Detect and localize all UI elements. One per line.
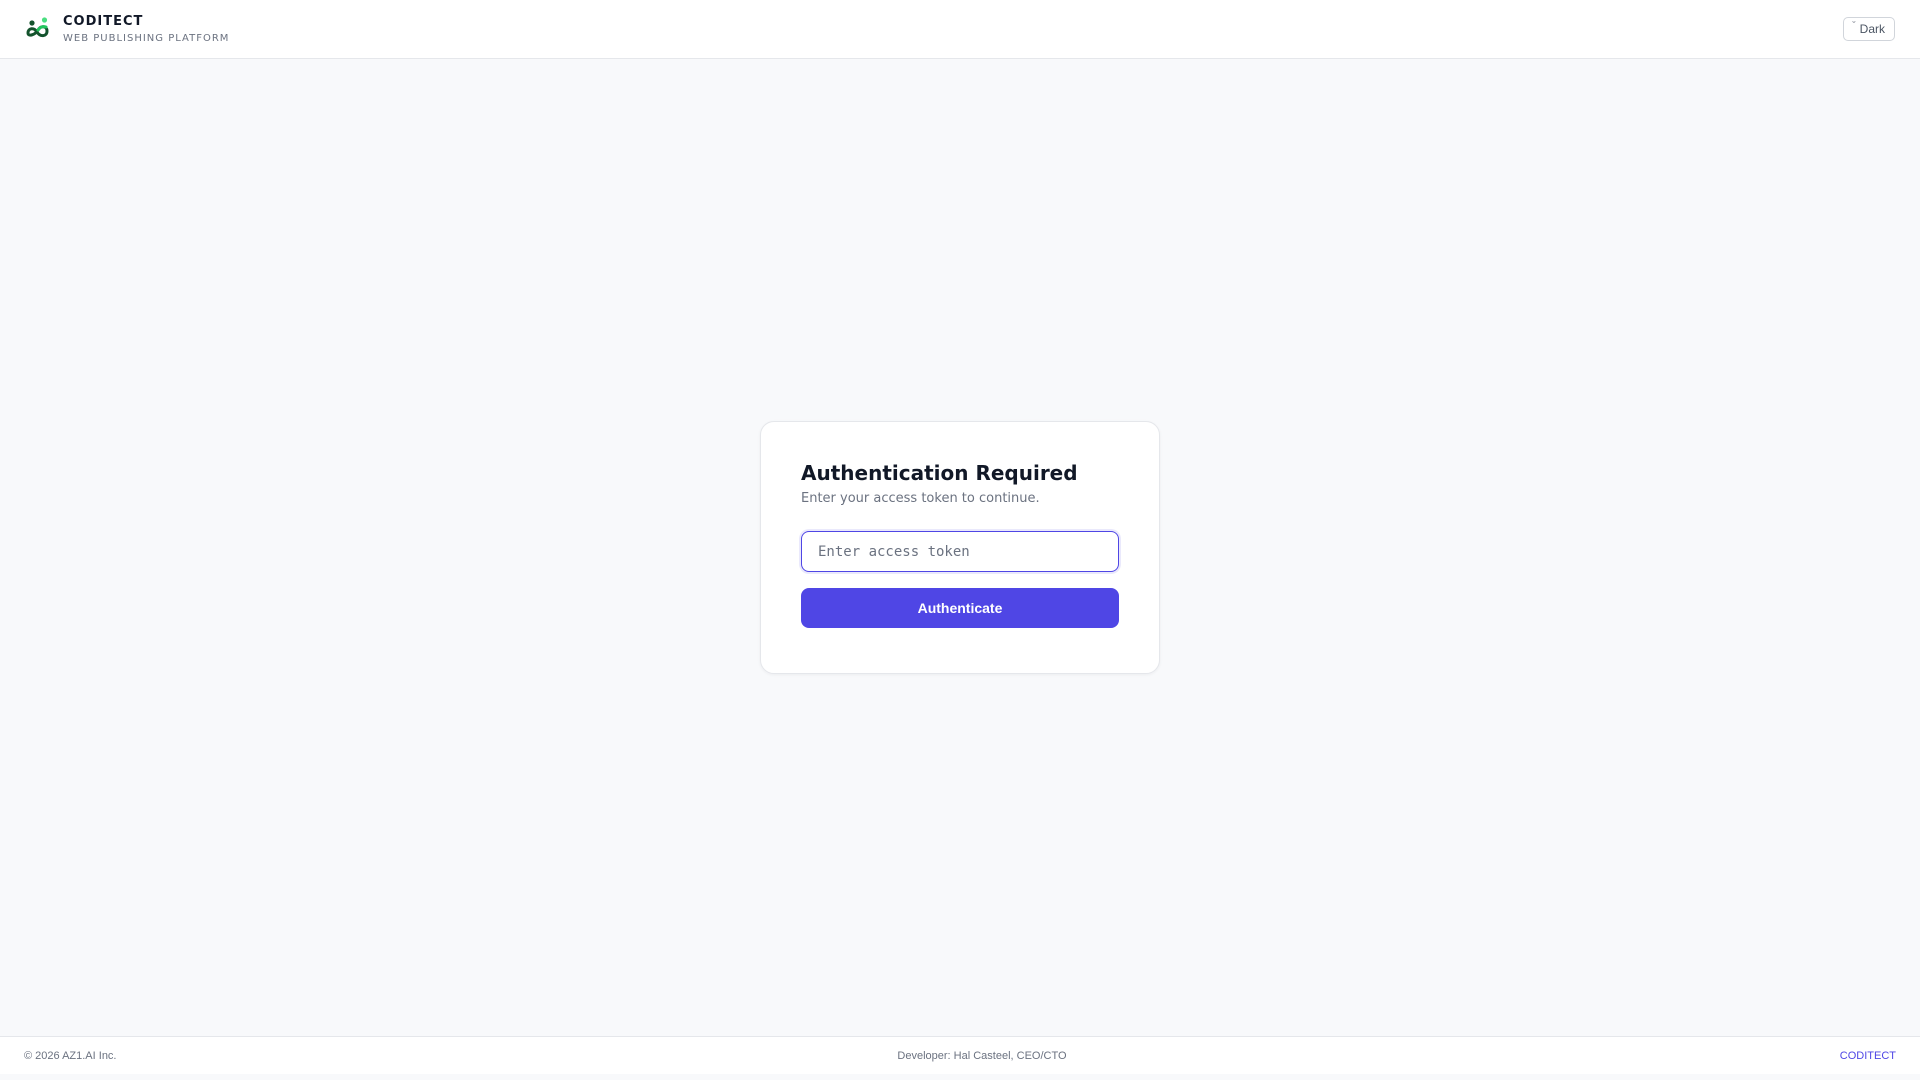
moon-icon: ˘ <box>1852 19 1856 30</box>
brand[interactable]: CODITECT WEB PUBLISHING PLATFORM <box>25 13 229 46</box>
footer-copyright: © 2026 AZ1.AI Inc. <box>24 1049 117 1062</box>
coditect-logo-icon <box>26 17 49 38</box>
auth-title: Authentication Required <box>801 461 1078 485</box>
footer: © 2026 AZ1.AI Inc. Developer: Hal Castee… <box>0 1036 1920 1074</box>
top-header: CODITECT WEB PUBLISHING PLATFORM ˘ Dark <box>0 0 1920 59</box>
brand-text: CODITECT WEB PUBLISHING PLATFORM <box>63 13 229 46</box>
footer-developer: Developer: Hal Casteel, CEO/CTO <box>897 1049 1067 1062</box>
footer-center: Developer: Hal Casteel, CEO/CTO <box>0 1050 1920 1062</box>
brand-tagline: WEB PUBLISHING PLATFORM <box>63 32 230 44</box>
app-root: CODITECT WEB PUBLISHING PLATFORM ˘ Dark … <box>0 0 1920 1080</box>
brand-name: CODITECT <box>63 13 144 29</box>
authenticate-button[interactable]: Authenticate <box>801 588 1119 628</box>
theme-toggle-button[interactable]: ˘ Dark <box>1842 17 1895 41</box>
theme-toggle-label: Dark <box>1859 22 1885 36</box>
main-content: Authentication Required Enter your acces… <box>0 59 1920 1080</box>
footer-coditect-link[interactable]: CODITECT <box>1840 1050 1896 1062</box>
auth-subtitle: Enter your access token to continue. <box>801 491 1040 506</box>
auth-card: Authentication Required Enter your acces… <box>760 421 1160 674</box>
access-token-input[interactable] <box>801 531 1119 572</box>
